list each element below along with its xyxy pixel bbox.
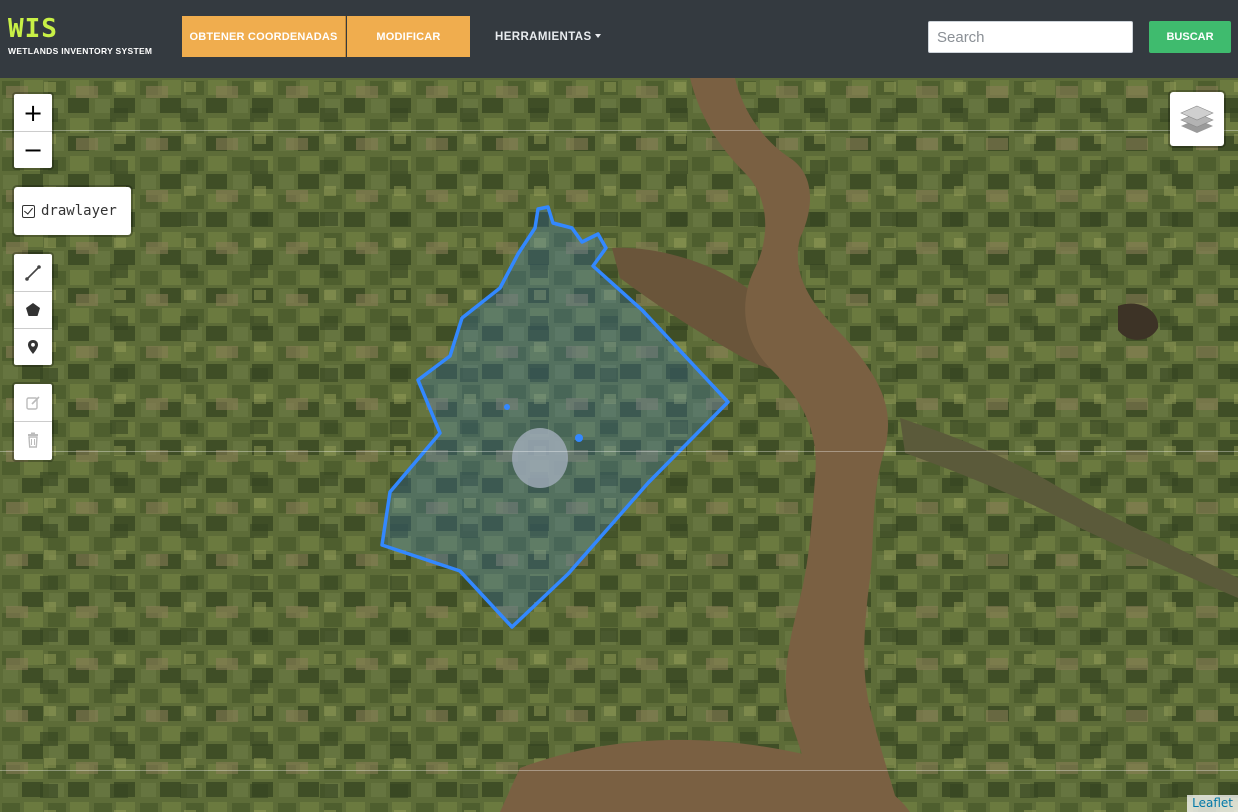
map[interactable]: + − drawlayer Leaflet bbox=[0, 78, 1238, 812]
delete-layers-button[interactable] bbox=[14, 421, 52, 458]
drawlayer-checkbox[interactable] bbox=[22, 204, 35, 218]
navbar: WIS WETLANDS INVENTORY SYSTEM OBTENER CO… bbox=[0, 0, 1238, 78]
tile-seam bbox=[0, 770, 1238, 771]
layers-button[interactable] bbox=[1168, 90, 1226, 148]
herramientas-dropdown[interactable]: HERRAMIENTAS bbox=[495, 16, 601, 57]
overlay-layer-control[interactable]: drawlayer bbox=[12, 185, 133, 237]
drawlayer-label: drawlayer bbox=[41, 203, 117, 219]
tile-seam bbox=[0, 451, 1238, 452]
draw-polyline-button[interactable] bbox=[14, 254, 52, 291]
leaflet-attribution-link[interactable]: Leaflet bbox=[1187, 795, 1238, 812]
caret-down-icon bbox=[594, 33, 601, 38]
edit-toolbar bbox=[12, 382, 54, 462]
modificar-button[interactable]: MODIFICAR bbox=[347, 16, 470, 57]
polyline-icon bbox=[25, 264, 41, 281]
zoom-control: + − bbox=[12, 92, 54, 170]
draw-toolbar bbox=[12, 252, 54, 367]
draw-marker-button[interactable] bbox=[14, 328, 52, 365]
zoom-in-button[interactable]: + bbox=[14, 94, 52, 131]
search-input[interactable] bbox=[928, 21, 1133, 53]
satellite-imagery bbox=[0, 78, 1238, 812]
edit-icon bbox=[26, 395, 40, 410]
brand-title: WIS bbox=[8, 14, 58, 44]
trash-icon bbox=[28, 432, 38, 448]
buscar-button[interactable]: BUSCAR bbox=[1149, 21, 1231, 53]
brand-subtitle: WETLANDS INVENTORY SYSTEM bbox=[8, 46, 153, 56]
brand[interactable]: WIS WETLANDS INVENTORY SYSTEM bbox=[8, 14, 152, 56]
polygon-icon bbox=[26, 303, 40, 316]
edit-layers-button[interactable] bbox=[14, 384, 52, 421]
tile-seam bbox=[0, 130, 1238, 131]
zoom-out-button[interactable]: − bbox=[14, 131, 52, 168]
obtener-coordenadas-button[interactable]: OBTENER COORDENADAS bbox=[182, 16, 346, 57]
herramientas-label: HERRAMIENTAS bbox=[495, 30, 592, 43]
marker-icon bbox=[28, 340, 38, 354]
layers-icon bbox=[1180, 105, 1214, 133]
draw-polygon-button[interactable] bbox=[14, 291, 52, 328]
